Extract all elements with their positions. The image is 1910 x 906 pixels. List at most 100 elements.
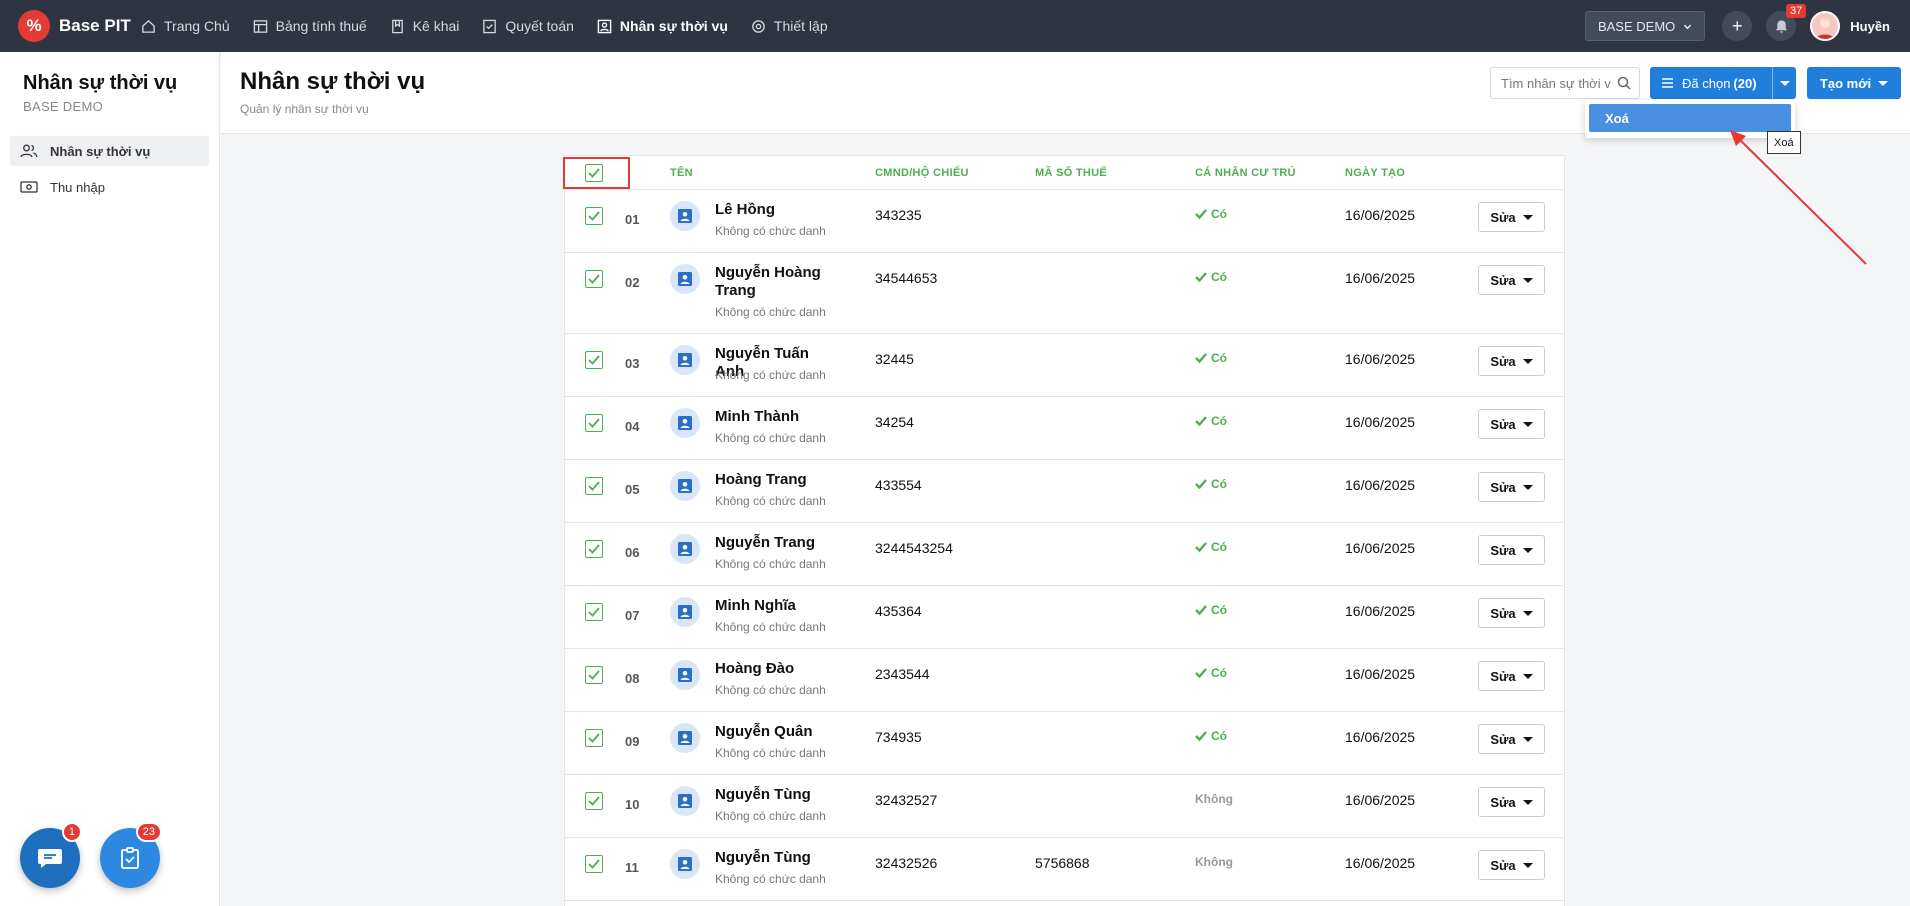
search-icon[interactable]	[1617, 76, 1631, 95]
person-name[interactable]: Nguyễn Hoàng Trang	[715, 264, 840, 300]
resident-status: Có	[1195, 207, 1227, 221]
column-header-created-date[interactable]: NGÀY TẠO	[1345, 167, 1405, 179]
search-input[interactable]	[1501, 75, 1611, 91]
edit-button[interactable]: Sửa	[1478, 724, 1545, 754]
sidebar-subtitle: BASE DEMO	[23, 99, 103, 114]
row-checkbox[interactable]	[585, 477, 603, 495]
row-number: 09	[625, 734, 640, 749]
nav-label: Kê khai	[412, 18, 460, 34]
person-name[interactable]: Hoàng Đào	[715, 660, 840, 678]
person-avatar-icon	[670, 534, 700, 564]
row-checkbox[interactable]	[585, 270, 603, 288]
money-icon	[20, 181, 38, 193]
person-avatar-icon	[670, 786, 700, 816]
sidebar-item-income[interactable]: Thu nhập	[10, 172, 209, 202]
sidebar-item-seasonal-staff[interactable]: Nhân sự thời vụ	[10, 136, 209, 166]
user-avatar[interactable]	[1810, 11, 1841, 41]
tasks-button[interactable]: 23	[100, 822, 162, 888]
row-checkbox[interactable]	[585, 729, 603, 747]
edit-button[interactable]: Sửa	[1478, 409, 1545, 439]
brand[interactable]: % Base PIT	[18, 10, 140, 42]
row-checkbox[interactable]	[585, 351, 603, 369]
edit-button[interactable]: Sửa	[1478, 202, 1545, 232]
resident-label: Có	[1211, 603, 1227, 617]
nav-item-declaration[interactable]: Kê khai	[389, 0, 460, 52]
nav-item-settlement[interactable]: Quyết toán	[481, 0, 574, 52]
column-header-id[interactable]: CMND/HỘ CHIẾU	[875, 167, 969, 179]
search-box	[1490, 67, 1640, 99]
table-icon	[252, 18, 269, 35]
created-date: 16/06/2025	[1345, 207, 1416, 223]
nav-item-home[interactable]: Trang Chủ	[140, 0, 230, 52]
chat-button[interactable]: 1	[20, 822, 82, 888]
company-selector[interactable]: BASE DEMO	[1584, 11, 1706, 41]
person-name[interactable]: Lê Hồng	[715, 201, 840, 219]
row-number: 05	[625, 482, 640, 497]
notification-button[interactable]: 37	[1766, 4, 1807, 41]
person-role: Không có chức danh	[715, 809, 826, 823]
check-icon	[1195, 353, 1207, 363]
resident-label: Có	[1211, 207, 1227, 221]
notification-count: 37	[1786, 4, 1807, 18]
row-number: 08	[625, 671, 640, 686]
staff-table: TÊN CMND/HỘ CHIẾU MÃ SỐ THUẾ CÁ NHÂN CƯ …	[564, 155, 1565, 906]
row-checkbox[interactable]	[585, 855, 603, 873]
column-header-tax-code[interactable]: MÃ SỐ THUẾ	[1035, 167, 1107, 179]
row-checkbox[interactable]	[585, 414, 603, 432]
nav-item-seasonal-staff[interactable]: Nhân sự thời vụ	[596, 0, 728, 52]
nav-label: Trang Chủ	[164, 18, 230, 34]
edit-button[interactable]: Sửa	[1478, 265, 1545, 295]
selected-actions-button[interactable]: Đã chọn (20)	[1650, 67, 1796, 99]
resident-label: Không	[1195, 855, 1233, 869]
edit-button[interactable]: Sửa	[1478, 787, 1545, 817]
person-name[interactable]: Nguyễn Trang	[715, 534, 840, 552]
person-name[interactable]: Minh Nghĩa	[715, 597, 840, 615]
edit-button[interactable]: Sửa	[1478, 850, 1545, 880]
add-button[interactable]: +	[1722, 11, 1753, 41]
row-number: 04	[625, 419, 640, 434]
edit-button[interactable]: Sửa	[1478, 472, 1545, 502]
caret-down-icon	[1522, 610, 1533, 616]
id-number: 343235	[875, 207, 922, 223]
document-icon	[389, 18, 406, 35]
person-name[interactable]: Nguyễn Quân	[715, 723, 840, 741]
column-header-resident[interactable]: CÁ NHÂN CƯ TRÚ	[1195, 167, 1296, 179]
nav-item-settings[interactable]: Thiết lập	[750, 0, 828, 52]
edit-button[interactable]: Sửa	[1478, 661, 1545, 691]
user-name[interactable]: Huyền	[1850, 19, 1890, 34]
person-name[interactable]: Hoàng Trang	[715, 471, 840, 489]
nav-item-tax-table[interactable]: Bảng tính thuế	[252, 0, 367, 52]
edit-button[interactable]: Sửa	[1478, 346, 1545, 376]
caret-down-icon	[1522, 862, 1533, 868]
created-date: 16/06/2025	[1345, 855, 1416, 871]
person-name[interactable]: Nguyễn Tùng	[715, 849, 840, 867]
row-checkbox[interactable]	[585, 603, 603, 621]
edit-button[interactable]: Sửa	[1478, 535, 1545, 565]
row-checkbox[interactable]	[585, 540, 603, 558]
check-icon	[1195, 731, 1207, 741]
column-header-name[interactable]: TÊN	[670, 167, 693, 179]
caret-down-icon	[1522, 484, 1533, 490]
person-role: Không có chức danh	[715, 746, 826, 760]
row-checkbox[interactable]	[585, 207, 603, 225]
id-number: 734935	[875, 729, 922, 745]
selected-dropdown-toggle[interactable]	[1772, 67, 1796, 99]
chat-icon	[37, 847, 63, 869]
person-name[interactable]: Minh Thành	[715, 408, 840, 426]
table-row: 07 Minh Nghĩa Không có chức danh 435364 Có 16…	[565, 586, 1564, 649]
resident-status: Có	[1195, 414, 1227, 428]
selected-label: Đã chọn	[1682, 75, 1731, 91]
selected-main[interactable]: Đã chọn (20)	[1650, 67, 1772, 99]
caret-down-icon	[1779, 80, 1790, 86]
row-checkbox[interactable]	[585, 666, 603, 684]
check-icon	[588, 481, 600, 491]
create-new-button[interactable]: Tạo mới	[1807, 67, 1901, 99]
check-icon	[588, 607, 600, 617]
caret-down-icon	[1522, 673, 1533, 679]
chat-badge: 1	[61, 822, 82, 842]
row-checkbox[interactable]	[585, 792, 603, 810]
person-name[interactable]: Nguyễn Tùng	[715, 786, 840, 804]
row-number: 03	[625, 356, 640, 371]
nav-right: BASE DEMO + 37 Huyền	[1584, 0, 1910, 52]
edit-button[interactable]: Sửa	[1478, 598, 1545, 628]
